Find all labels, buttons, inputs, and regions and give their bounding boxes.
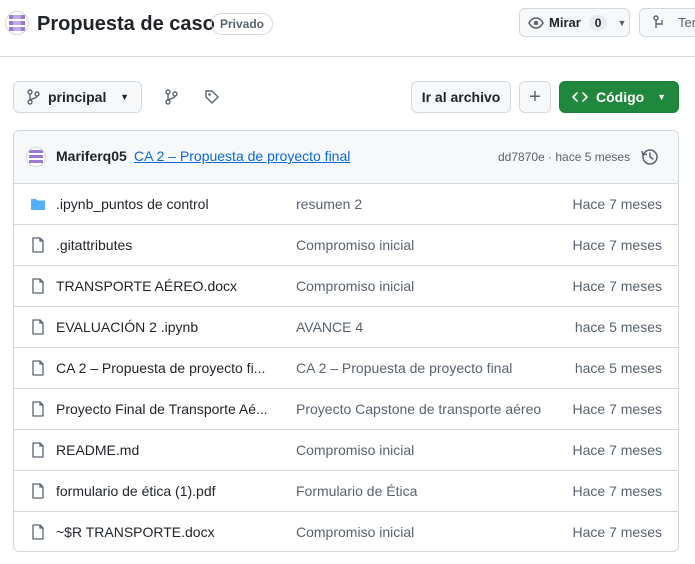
repo-header: Propuesta de caso Privado Mirar 0 ▼ Ten	[0, 0, 695, 57]
file-commit-date: Hace 7 meses	[572, 237, 662, 253]
author-avatar[interactable]	[26, 147, 46, 167]
file-icon	[30, 278, 46, 294]
watch-label: Mirar	[549, 15, 581, 30]
file-commit-date: hace 5 meses	[574, 319, 662, 335]
file-name-link[interactable]: ~$R TRANSPORTE.docx	[56, 524, 268, 540]
commit-meta[interactable]: dd7870e · hace 5 meses	[498, 150, 630, 164]
file-commit-date: Hace 7 meses	[572, 196, 662, 212]
visibility-badge: Privado	[211, 13, 274, 35]
file-commit-message[interactable]: CA 2 – Propuesta de proyecto final	[296, 360, 556, 376]
file-row[interactable]: .gitattributes Compromiso inicial Hace 7 m…	[14, 225, 678, 266]
file-icon	[30, 237, 46, 253]
tags-button[interactable]	[202, 87, 222, 107]
owner-avatar[interactable]	[5, 11, 29, 35]
file-icon	[30, 483, 46, 499]
add-file-button[interactable]: +	[519, 81, 551, 113]
file-commit-date: Hace 7 meses	[572, 483, 662, 499]
file-row[interactable]: CA 2 – Propuesta de proyecto fi... CA 2 –…	[14, 348, 678, 389]
file-row[interactable]: EVALUACIÓN 2 .ipynb AVANCE 4 hace 5 meses	[14, 307, 678, 348]
file-row[interactable]: formulario de ética (1).pdf Formulario de…	[14, 471, 678, 512]
tag-icon	[205, 90, 219, 104]
chevron-down-icon: ▼	[617, 17, 627, 28]
repo-title[interactable]: Propuesta de caso	[37, 11, 215, 37]
file-commit-message[interactable]: Compromiso inicial	[296, 278, 556, 294]
code-icon	[572, 92, 588, 102]
file-name-link[interactable]: Proyecto Final de Transporte Aé...	[56, 401, 268, 417]
file-commit-message[interactable]: Compromiso inicial	[296, 524, 556, 540]
file-name-link[interactable]: .gitattributes	[56, 237, 268, 253]
file-icon	[30, 524, 46, 540]
file-commit-message[interactable]: Compromiso inicial	[296, 442, 556, 458]
file-list: .ipynb_puntos de control resumen 2 Hace 7 …	[14, 184, 678, 551]
file-commit-date: Hace 7 meses	[572, 524, 662, 540]
file-name-link[interactable]: .ipynb_puntos de control	[56, 196, 268, 212]
file-commit-message[interactable]: resumen 2	[296, 196, 556, 212]
folder-icon	[30, 196, 46, 212]
code-button[interactable]: Código ▼	[559, 81, 679, 113]
file-icon	[30, 401, 46, 417]
chevron-down-icon: ▼	[657, 92, 666, 102]
watch-button[interactable]: Mirar 0 ▼	[519, 8, 630, 37]
template-button[interactable]: Ten	[639, 8, 695, 37]
file-commit-date: Hace 7 meses	[572, 442, 662, 458]
file-commit-date: Hace 7 meses	[572, 401, 662, 417]
go-to-file-button[interactable]: Ir al archivo	[411, 81, 511, 113]
file-icon	[30, 319, 46, 335]
file-commit-message[interactable]: Formulario de Ética	[296, 483, 556, 499]
file-row[interactable]: README.md Compromiso inicial Hace 7 meses	[14, 430, 678, 471]
file-name-link[interactable]: TRANSPORTE AÉREO.docx	[56, 278, 268, 294]
identicon-icon	[29, 150, 43, 163]
watch-count: 0	[588, 14, 608, 31]
file-name-link[interactable]: README.md	[56, 442, 268, 458]
file-row[interactable]: Proyecto Final de Transporte Aé... Proyec…	[14, 389, 678, 430]
branch-label: principal	[48, 89, 107, 105]
file-commit-date: Hace 7 meses	[572, 278, 662, 294]
branch-icon	[653, 14, 663, 28]
chevron-down-icon: ▼	[120, 92, 129, 102]
file-commit-date: hace 5 meses	[574, 360, 662, 376]
file-commit-message[interactable]: Proyecto Capstone de transporte aéreo	[296, 401, 556, 417]
file-icon	[30, 442, 46, 458]
code-label: Código	[596, 89, 645, 105]
history-icon[interactable]	[640, 147, 660, 167]
template-label: Ten	[678, 15, 695, 30]
file-row[interactable]: ~$R TRANSPORTE.docx Compromiso inicial Hac…	[14, 512, 678, 551]
identicon-icon	[9, 15, 25, 31]
eye-icon	[528, 16, 544, 29]
file-commit-message[interactable]: AVANCE 4	[296, 319, 556, 335]
branch-selector[interactable]: principal ▼	[13, 81, 142, 113]
file-row[interactable]: TRANSPORTE AÉREO.docx Compromiso inicial H…	[14, 266, 678, 307]
file-name-link[interactable]: CA 2 – Propuesta de proyecto fi...	[56, 360, 268, 376]
file-commit-message[interactable]: Compromiso inicial	[296, 237, 556, 253]
file-row[interactable]: .ipynb_puntos de control resumen 2 Hace 7 …	[14, 184, 678, 225]
latest-commit-bar: Mariferq05 CA 2 – Propuesta de proyecto …	[14, 131, 678, 184]
file-name-link[interactable]: formulario de ética (1).pdf	[56, 483, 268, 499]
branches-button[interactable]	[161, 87, 181, 107]
file-icon	[30, 360, 46, 376]
git-branch-icon	[165, 89, 178, 105]
file-name-link[interactable]: EVALUACIÓN 2 .ipynb	[56, 319, 268, 335]
file-browser: Mariferq05 CA 2 – Propuesta de proyecto …	[13, 130, 679, 552]
git-branch-icon	[27, 89, 40, 105]
commit-author[interactable]: Mariferq05	[56, 148, 127, 164]
commit-message-link[interactable]: CA 2 – Propuesta de proyecto final	[134, 148, 350, 164]
